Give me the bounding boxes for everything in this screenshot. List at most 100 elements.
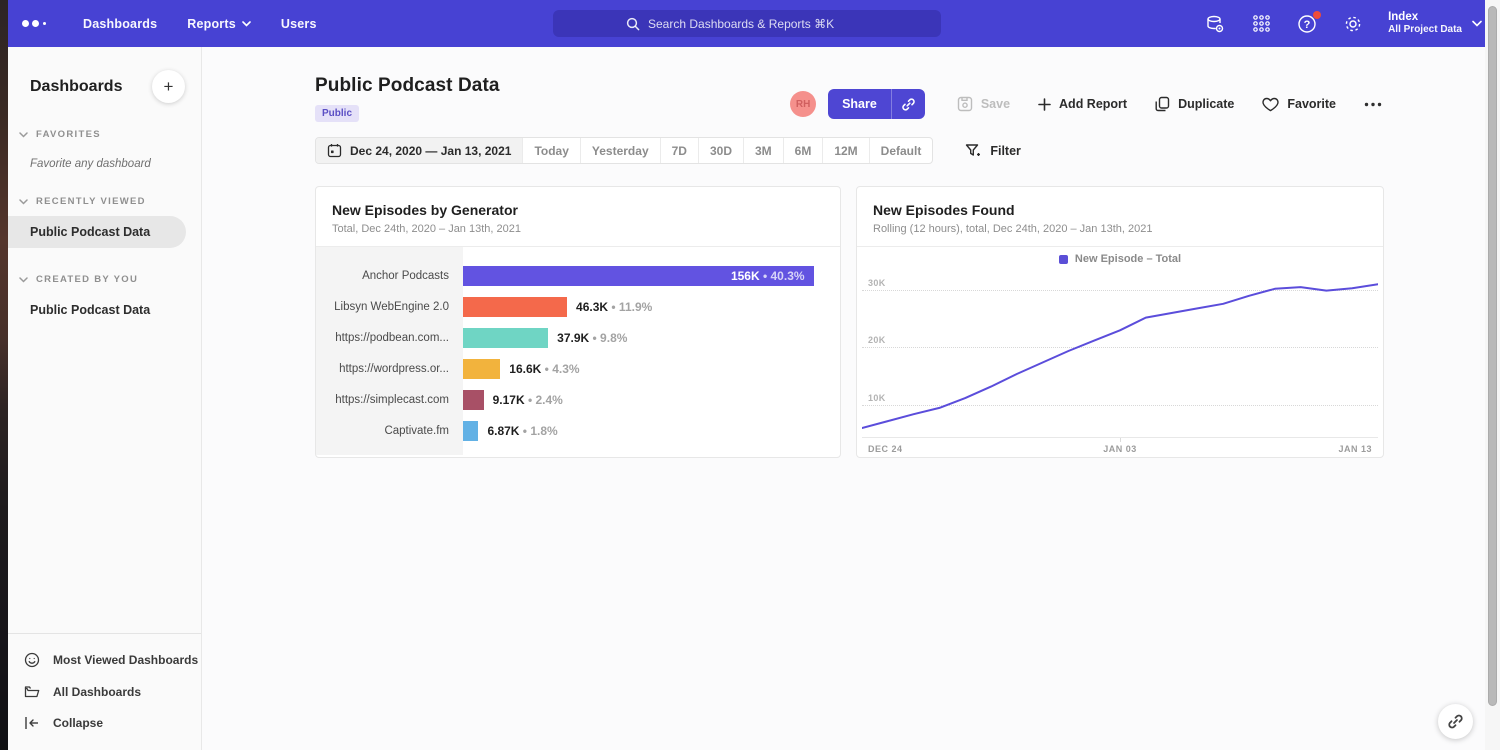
all-dashboards-button[interactable]: All Dashboards	[8, 676, 201, 708]
line-chart-title: New Episodes Found	[873, 202, 1367, 218]
nav-dashboards[interactable]: Dashboards	[83, 17, 157, 31]
help-icon[interactable]: ?	[1296, 13, 1318, 35]
most-viewed-dashboards-label: Most Viewed Dashboards	[53, 653, 198, 667]
bar-row[interactable]: https://wordpress.or...16.6K • 4.3%	[316, 353, 840, 384]
date-preset-default[interactable]: Default	[869, 138, 933, 163]
date-preset-6m[interactable]: 6M	[783, 138, 823, 163]
section-favorites-label: FAVORITES	[36, 129, 101, 140]
x-tick-mark	[1120, 438, 1121, 442]
project-scope: All Project Data	[1388, 24, 1462, 36]
chevron-down-icon	[242, 21, 251, 27]
section-favorites[interactable]: FAVORITES	[8, 129, 201, 140]
project-name: Index	[1388, 11, 1462, 24]
date-presets: TodayYesterday7D30D3M6M12MDefault	[522, 138, 932, 163]
bar[interactable]	[463, 359, 500, 379]
share-button[interactable]: Share	[828, 89, 891, 119]
date-preset-7d[interactable]: 7D	[660, 138, 698, 163]
add-report-label: Add Report	[1059, 97, 1127, 111]
date-preset-12m[interactable]: 12M	[822, 138, 868, 163]
line-chart-plot[interactable]: 30K 20K 10K	[862, 271, 1378, 437]
save-icon	[957, 96, 973, 112]
date-range-picker[interactable]: Dec 24, 2020 — Jan 13, 2021	[316, 138, 522, 163]
data-sources-icon[interactable]	[1204, 13, 1226, 35]
bar-row[interactable]: Anchor Podcasts156K • 40.3%	[316, 260, 840, 291]
bar[interactable]	[463, 328, 548, 348]
save-label: Save	[981, 97, 1010, 111]
bar-row[interactable]: https://podbean.com...37.9K • 9.8%	[316, 322, 840, 353]
filter-label: Filter	[990, 144, 1021, 158]
chevron-down-icon	[1472, 20, 1482, 27]
bar-value-label: 46.3K • 11.9%	[576, 300, 652, 314]
date-preset-yesterday[interactable]: Yesterday	[580, 138, 660, 163]
avatar[interactable]: RH	[790, 91, 816, 117]
nav-reports[interactable]: Reports	[187, 17, 251, 31]
bar-row[interactable]: Captivate.fm6.87K • 1.8%	[316, 415, 840, 446]
apps-grid-icon[interactable]	[1250, 13, 1272, 35]
share-button-group: Share	[828, 89, 925, 119]
bar-row[interactable]: Libsyn WebEngine 2.0 46.3K • 11.9%	[316, 291, 840, 322]
section-created-by-you-label: CREATED BY YOU	[36, 274, 138, 285]
top-navbar: Dashboards Reports Users ? Index	[8, 0, 1500, 47]
collapse-icon	[24, 716, 40, 730]
calendar-icon	[327, 143, 342, 158]
sidebar-title: Dashboards	[30, 78, 122, 96]
chevron-down-icon	[19, 277, 28, 283]
sidebar-item-public-podcast-data[interactable]: Public Podcast Data	[8, 216, 186, 248]
collapse-sidebar-button[interactable]: Collapse	[8, 708, 201, 738]
bar[interactable]	[463, 390, 484, 410]
project-switcher[interactable]: Index All Project Data	[1388, 11, 1482, 36]
ellipsis-icon	[1364, 102, 1382, 107]
more-options-button[interactable]	[1350, 102, 1392, 107]
chevron-down-icon	[19, 199, 28, 205]
bar[interactable]: 156K • 40.3%	[463, 266, 814, 286]
smiley-icon	[24, 652, 40, 668]
bar-value-label: 9.17K • 2.4%	[493, 393, 563, 407]
global-search[interactable]	[553, 10, 941, 37]
bar-row[interactable]: https://simplecast.com 9.17K • 2.4%	[316, 384, 840, 415]
bar-chart-title: New Episodes by Generator	[332, 202, 824, 218]
favorites-empty-hint: Favorite any dashboard	[8, 140, 201, 170]
card-new-episodes-found: New Episodes Found Rolling (12 hours), t…	[856, 186, 1384, 458]
favorite-button[interactable]: Favorite	[1248, 97, 1350, 112]
sidebar-footer: Most Viewed Dashboards All Dashboards Co…	[8, 633, 201, 750]
bar-value-label: 16.6K • 4.3%	[509, 362, 579, 376]
bar-category-label: Anchor Podcasts	[316, 270, 463, 282]
date-preset-30d[interactable]: 30D	[698, 138, 743, 163]
scrollbar-thumb[interactable]	[1488, 6, 1497, 706]
bar-value-label: 6.87K • 1.8%	[487, 424, 557, 438]
section-recently-viewed[interactable]: RECENTLY VIEWED	[8, 196, 201, 207]
svg-text:?: ?	[1304, 19, 1311, 31]
bar-category-label: Libsyn WebEngine 2.0	[316, 301, 463, 313]
sidebar-item-public-podcast-data-2[interactable]: Public Podcast Data	[8, 294, 186, 326]
settings-gear-icon[interactable]	[1342, 13, 1364, 35]
search-input[interactable]	[648, 17, 868, 31]
link-icon	[901, 97, 916, 112]
app-logo[interactable]	[22, 20, 46, 27]
copy-link-fab[interactable]	[1438, 704, 1473, 739]
date-preset-3m[interactable]: 3M	[743, 138, 783, 163]
bar-category-label: https://simplecast.com	[316, 394, 463, 406]
copy-share-link-button[interactable]	[891, 89, 925, 119]
duplicate-button[interactable]: Duplicate	[1141, 96, 1248, 112]
collapse-label: Collapse	[53, 716, 103, 730]
section-recently-viewed-label: RECENTLY VIEWED	[36, 196, 146, 207]
nav-users[interactable]: Users	[281, 17, 317, 31]
bar[interactable]	[463, 421, 478, 441]
most-viewed-dashboards-button[interactable]: Most Viewed Dashboards	[8, 644, 201, 676]
legend-swatch	[1059, 255, 1068, 264]
plus-icon	[1038, 98, 1051, 111]
bar[interactable]	[463, 297, 567, 317]
page-title: Public Podcast Data	[315, 75, 500, 97]
x-tick-jan03: JAN 03	[1103, 444, 1137, 454]
date-range-group: Dec 24, 2020 — Jan 13, 2021 TodayYesterd…	[315, 137, 933, 164]
nav-reports-label: Reports	[187, 17, 236, 31]
duplicate-icon	[1155, 96, 1170, 112]
all-dashboards-label: All Dashboards	[53, 685, 141, 699]
add-report-button[interactable]: Add Report	[1024, 97, 1141, 111]
nav-dashboards-label: Dashboards	[83, 17, 157, 31]
save-button[interactable]: Save	[943, 96, 1024, 112]
filter-button[interactable]: Filter	[965, 143, 1021, 159]
add-dashboard-button[interactable]: +	[152, 70, 185, 103]
date-preset-today[interactable]: Today	[522, 138, 579, 163]
section-created-by-you[interactable]: CREATED BY YOU	[8, 274, 201, 285]
